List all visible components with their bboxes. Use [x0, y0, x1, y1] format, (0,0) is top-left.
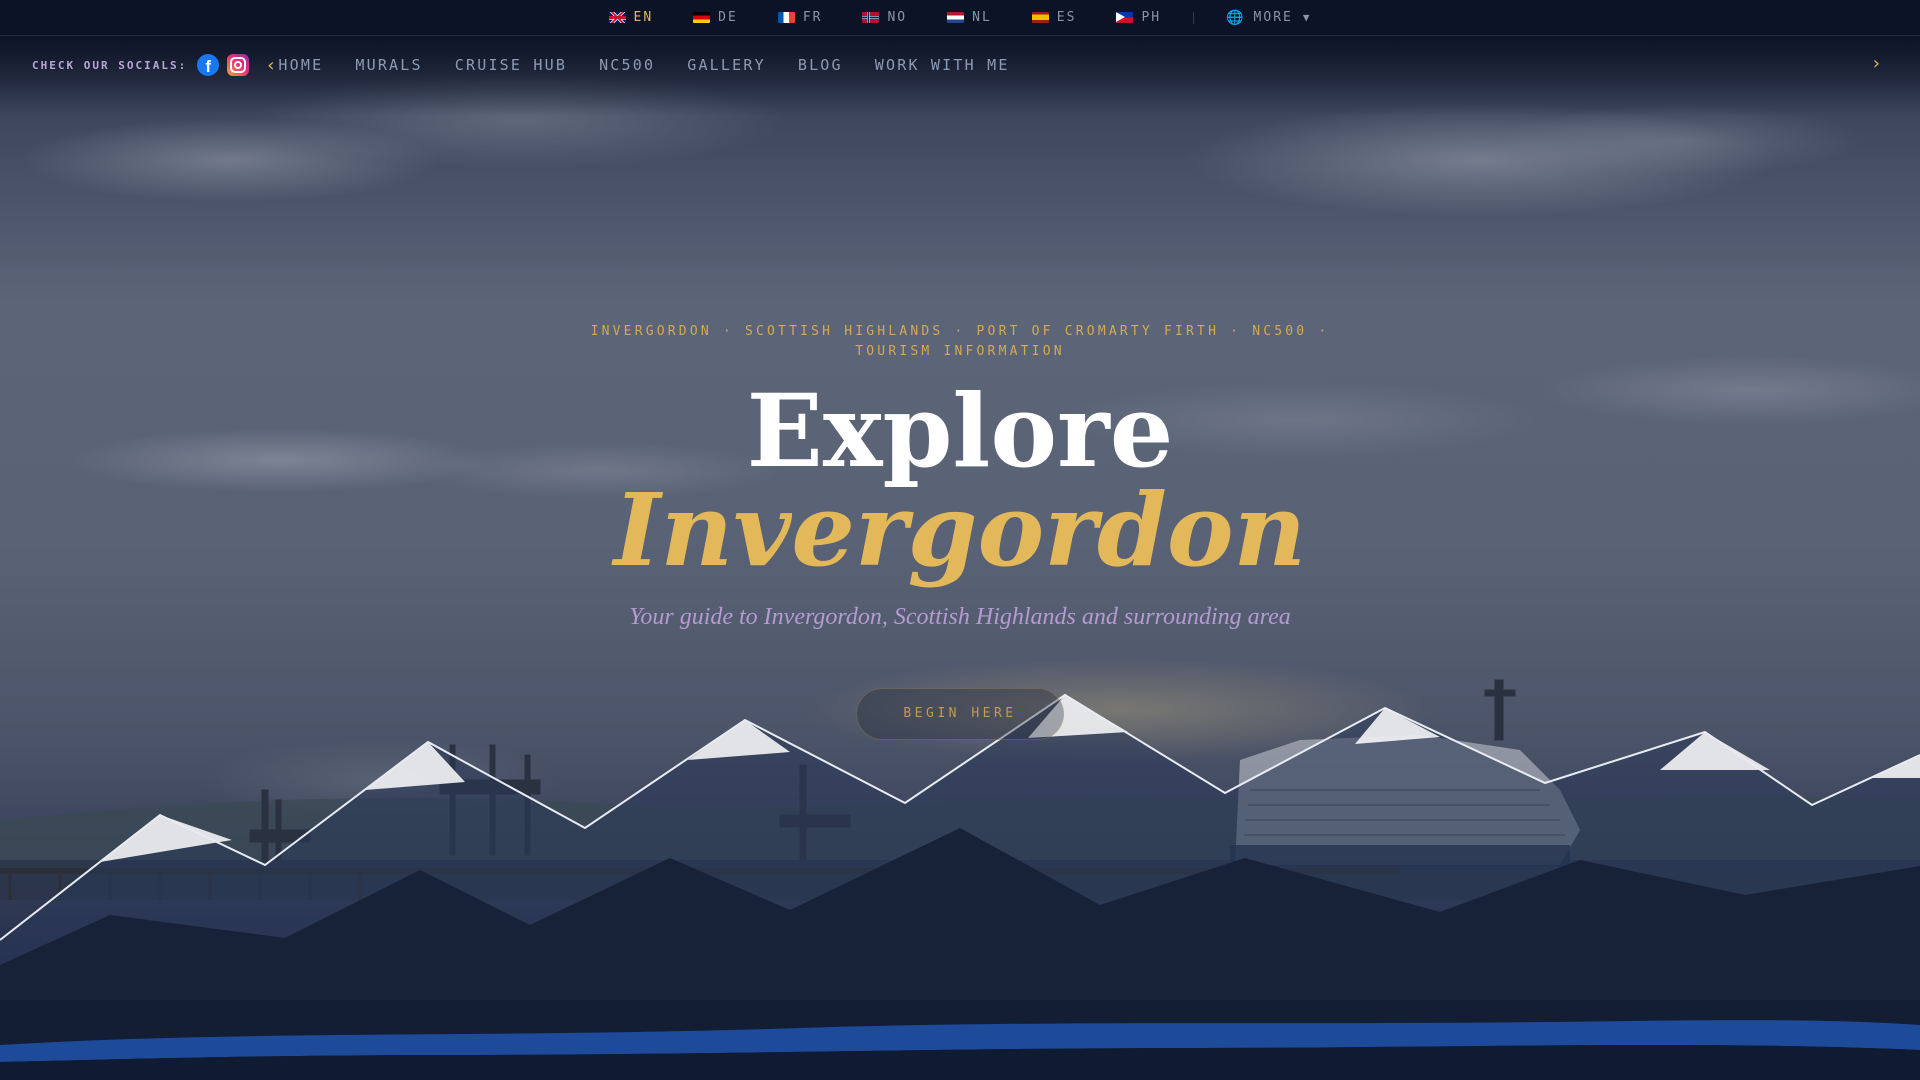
flag-no-icon: [862, 12, 880, 23]
nav-item-home[interactable]: HOME: [278, 56, 323, 74]
language-bar: EN DE FR NO NL ES PH 🌐 MORE ▼: [0, 0, 1920, 36]
lang-label: NO: [887, 10, 908, 25]
flag-es-icon: [1031, 12, 1049, 23]
lang-label: ES: [1056, 10, 1077, 25]
caret-down-icon: ▼: [1302, 11, 1312, 24]
lang-nl[interactable]: NL: [927, 0, 1012, 36]
lang-more-dropdown[interactable]: 🌐 MORE ▼: [1206, 0, 1331, 36]
socials-label: CHECK OUR SOCIALS:: [32, 58, 188, 72]
lang-label: FR: [802, 10, 823, 25]
hero-eyebrow: INVERGORDON · SCOTTISH HIGHLANDS · PORT …: [560, 322, 1360, 362]
nav-item-cruise-hub[interactable]: CRUISE HUB: [455, 56, 567, 74]
begin-here-button[interactable]: BEGIN HERE: [856, 688, 1064, 740]
hero-eyebrow-line1: INVERGORDON · SCOTTISH HIGHLANDS · PORT …: [590, 324, 1330, 339]
flag-de-icon: [693, 12, 711, 23]
flag-nl-icon: [947, 12, 965, 23]
hero-subtitle: Your guide to Invergordon, Scottish High…: [629, 604, 1291, 630]
flag-fr-icon: [777, 12, 795, 23]
flag-ph-icon: [1116, 12, 1134, 23]
facebook-icon[interactable]: f: [197, 54, 220, 76]
lang-label: NL: [972, 10, 992, 25]
hero-title-line2: Invergordon: [613, 471, 1307, 589]
nav-item-murals[interactable]: MURALS: [355, 56, 422, 74]
hero-eyebrow-line2: TOURISM INFORMATION: [855, 344, 1065, 359]
chevron-right-icon[interactable]: ›: [1873, 53, 1880, 74]
lang-no[interactable]: NO: [842, 0, 927, 36]
lang-more-label: MORE: [1253, 10, 1293, 25]
flag-uk-icon: [608, 12, 626, 23]
nav-item-blog[interactable]: BLOG: [798, 56, 843, 74]
chevron-left-icon[interactable]: ‹: [267, 55, 274, 76]
globe-icon: 🌐: [1226, 9, 1246, 26]
main-nav: CHECK OUR SOCIALS: f ‹ HOME MURALS CRUIS…: [0, 37, 1920, 93]
lang-fr[interactable]: FR: [758, 0, 843, 36]
lang-divider: [1193, 11, 1195, 24]
nav-item-work-with-me[interactable]: WORK WITH ME: [875, 56, 1010, 74]
lang-label: PH: [1141, 10, 1162, 25]
lang-es[interactable]: ES: [1012, 0, 1097, 36]
lang-de[interactable]: DE: [673, 0, 758, 36]
nav-item-gallery[interactable]: GALLERY: [687, 56, 766, 74]
instagram-icon[interactable]: [227, 54, 250, 76]
lang-en[interactable]: EN: [589, 0, 674, 36]
nav-item-nc500[interactable]: NC500: [599, 56, 655, 74]
lang-label: DE: [718, 10, 738, 25]
lang-ph[interactable]: PH: [1096, 0, 1181, 36]
lang-label: EN: [633, 10, 654, 25]
